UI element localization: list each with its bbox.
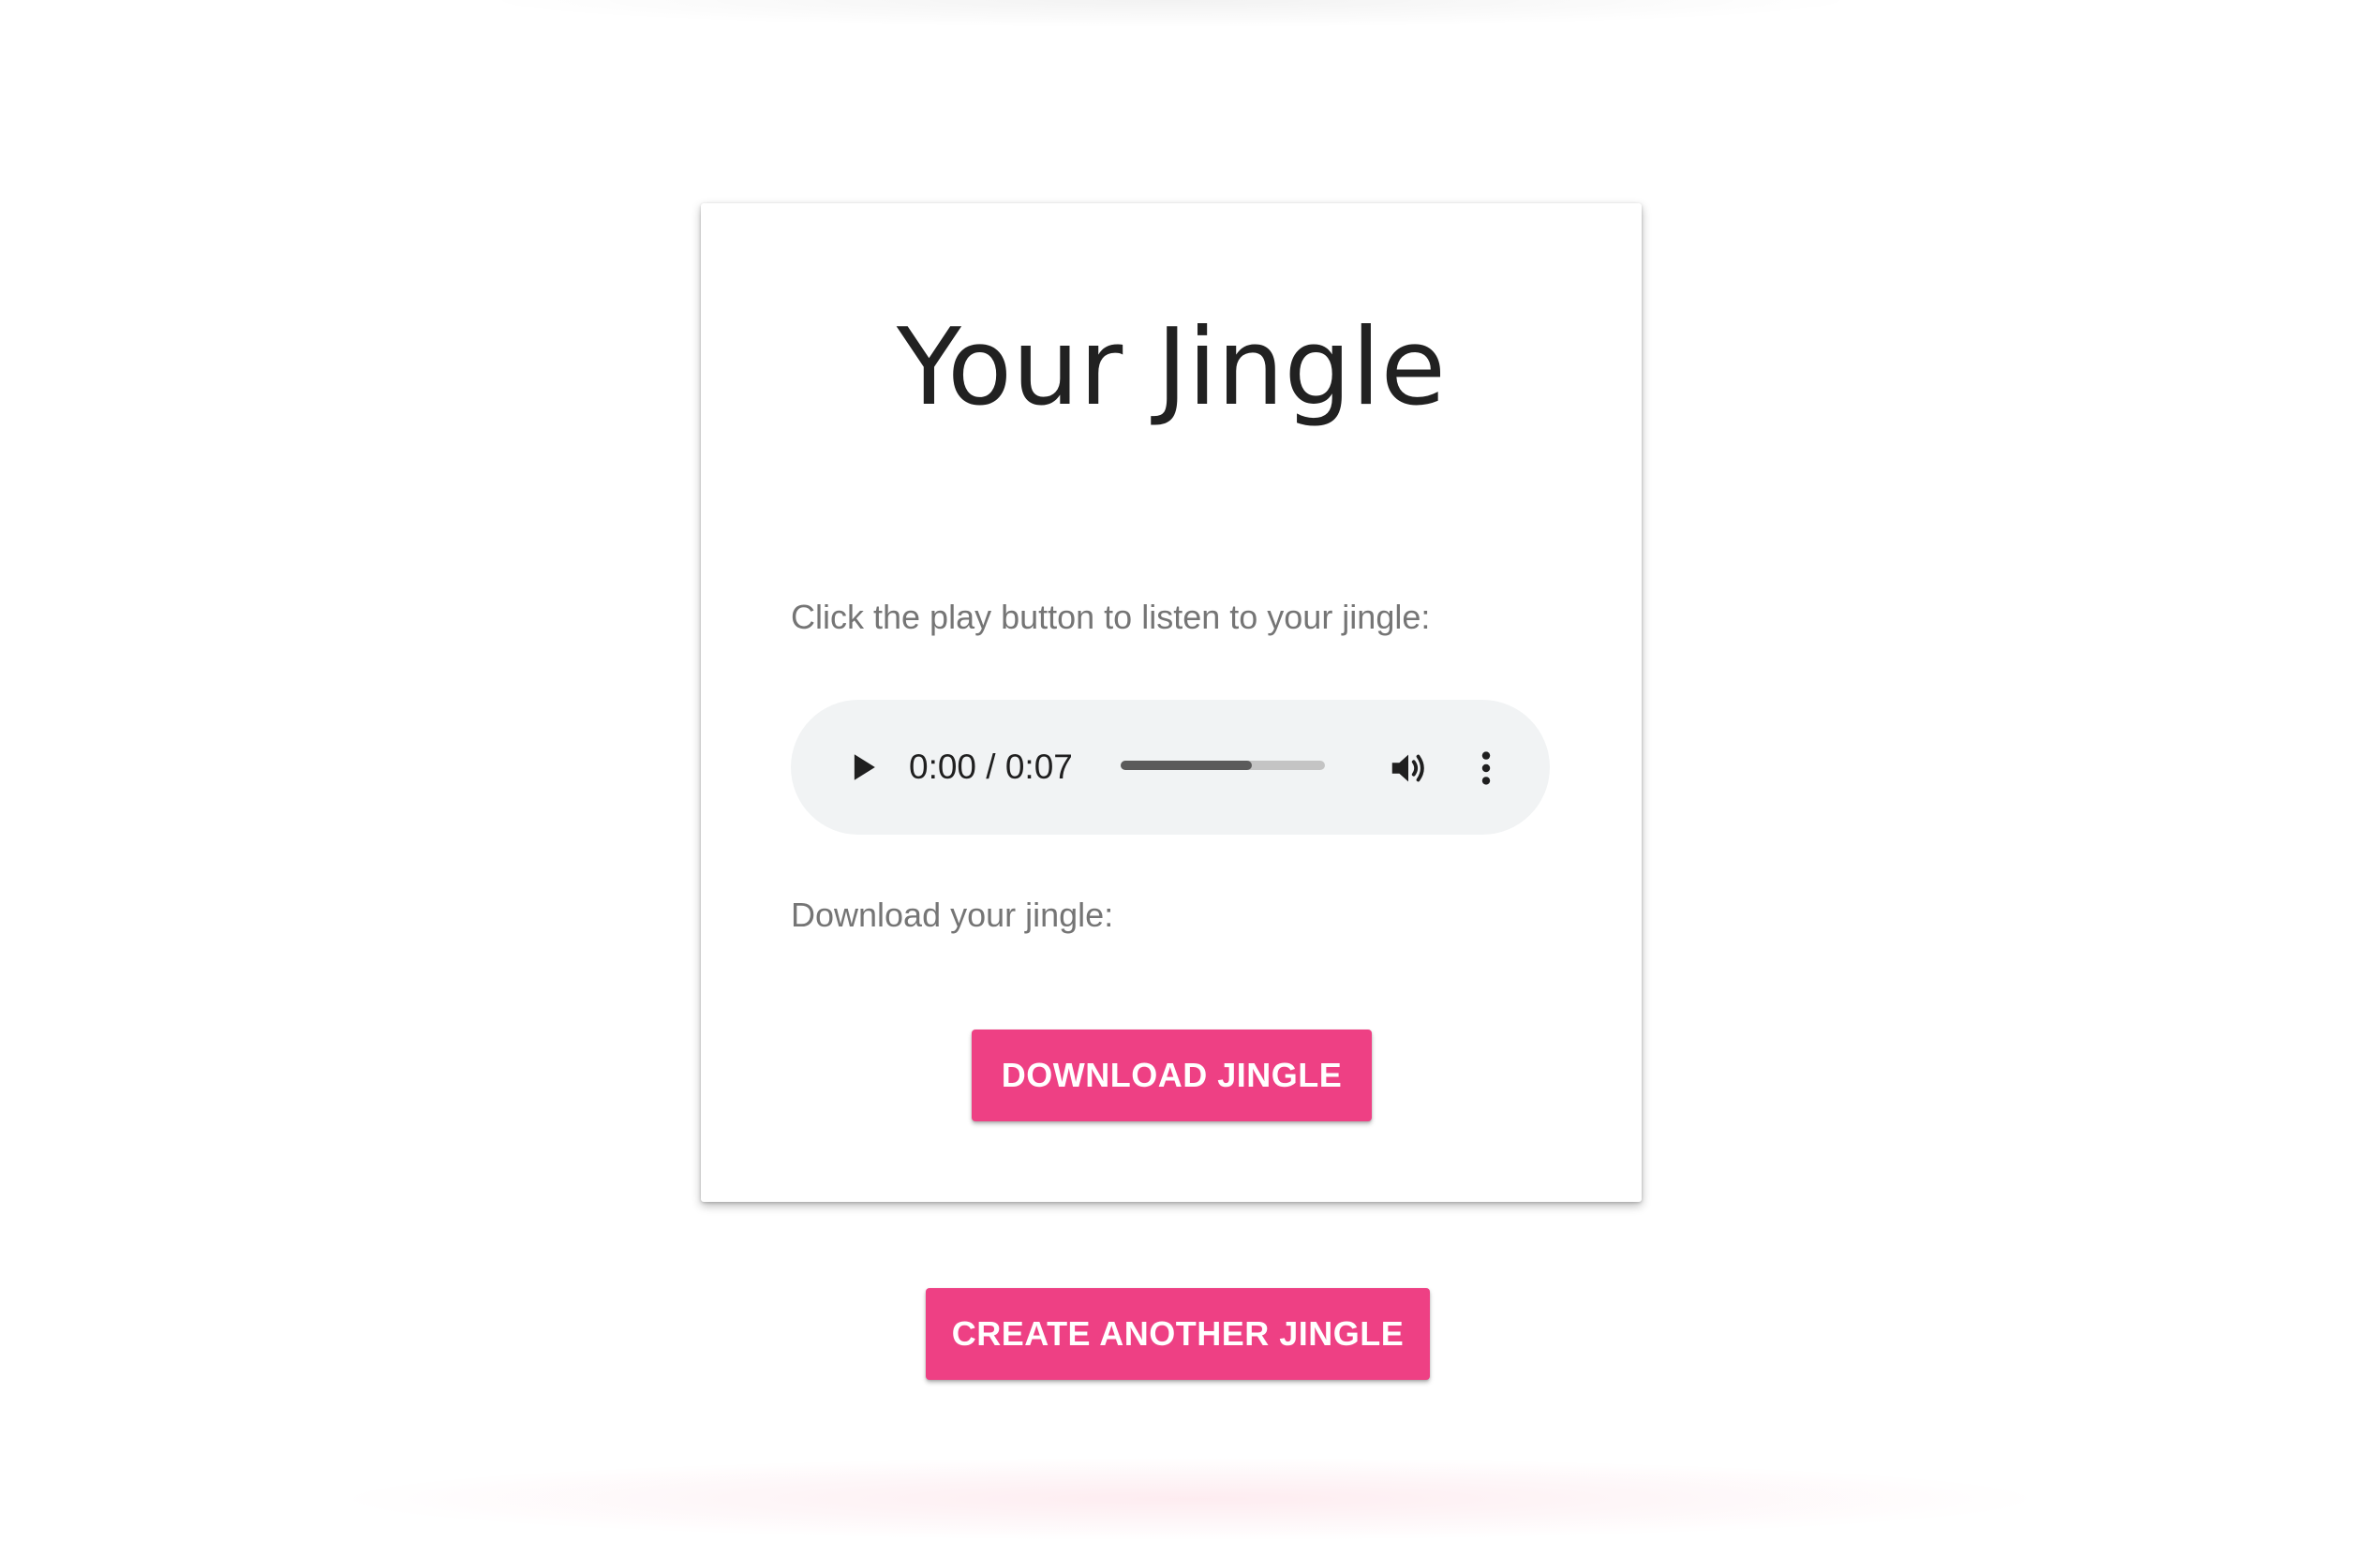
time-display: 0:00 / 0:07 <box>909 748 1073 786</box>
progress-fill <box>1121 761 1252 770</box>
play-icon[interactable] <box>842 747 884 788</box>
create-another-jingle-button[interactable]: CREATE ANOTHER JINGLE <box>926 1288 1430 1380</box>
play-instruction: Click the play button to listen to your … <box>791 598 1431 636</box>
bottom-gradient-decoration <box>328 1457 2052 1541</box>
more-vert-icon[interactable] <box>1473 747 1499 790</box>
volume-icon[interactable] <box>1387 747 1430 790</box>
download-jingle-button[interactable]: DOWNLOAD JINGLE <box>972 1030 1372 1121</box>
top-shadow-decoration <box>469 0 1874 28</box>
page-title: Your Jingle <box>896 305 1447 429</box>
download-instruction: Download your jingle: <box>791 896 1114 934</box>
audio-player: 0:00 / 0:07 <box>791 700 1550 835</box>
jingle-card: Your Jingle Click the play button to lis… <box>701 203 1642 1202</box>
progress-slider[interactable] <box>1121 761 1325 770</box>
